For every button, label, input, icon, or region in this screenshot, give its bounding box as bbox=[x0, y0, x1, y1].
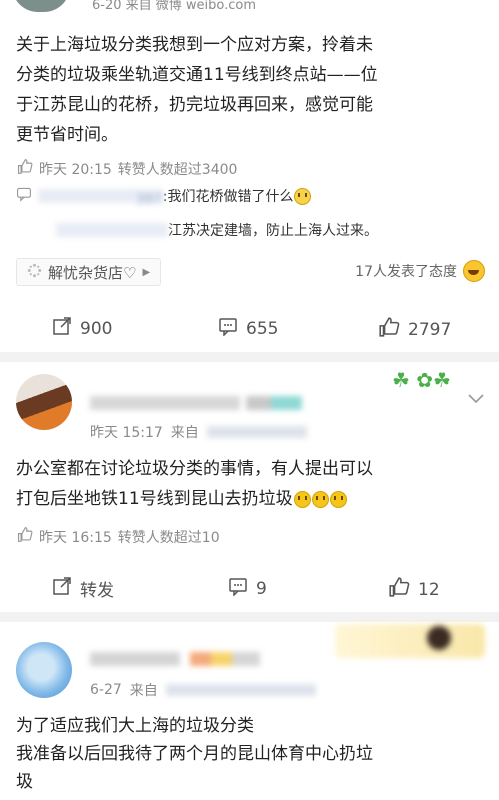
post3-text: 为了适应我们大上海的垃圾分类 我准备以后回我待了两个月的昆山体育中心扔垃 圾 bbox=[16, 716, 373, 792]
reply-2[interactable]: 江苏决定建墙，防止上海人过来。 bbox=[56, 220, 378, 240]
reply-1[interactable]: 397 :我们花桥做错了什么 bbox=[16, 186, 312, 208]
crying-laugh-emoji-icon bbox=[293, 490, 311, 508]
post2-meta-time: 昨天 16:15 bbox=[39, 529, 112, 546]
post2-text: 办公室都在讨论垃圾分类的事情，有人提出可以 打包后坐地铁11号线到昆山去扔垃圾 bbox=[16, 459, 373, 509]
reply1-text: :我们花桥做错了什么 bbox=[162, 189, 294, 205]
clover-icon: ☘ ✿☘ bbox=[392, 368, 451, 392]
comment-button[interactable]: 655 bbox=[218, 316, 278, 341]
user-badges bbox=[246, 396, 302, 410]
repost-icon bbox=[52, 576, 72, 601]
topic-chip-label: 解忧杂货店♡ bbox=[48, 263, 137, 282]
sticker-avatar bbox=[427, 626, 451, 650]
laughing-emoji-icon bbox=[463, 260, 485, 282]
post2-source-prefix: 来自 bbox=[170, 425, 199, 441]
post2-time: 昨天 15:17 bbox=[90, 425, 163, 441]
like-icon bbox=[388, 576, 410, 603]
like-count: 12 bbox=[418, 579, 440, 600]
like-icon bbox=[378, 316, 400, 343]
post3-username[interactable] bbox=[90, 652, 180, 666]
play-icon: ▶ bbox=[142, 266, 151, 278]
post1-repost-note: 转赞人数超过3400 bbox=[117, 161, 238, 178]
comment-count: 655 bbox=[246, 318, 279, 339]
reply-icon bbox=[16, 186, 32, 206]
reply2-username[interactable] bbox=[56, 223, 168, 237]
chevron-down-icon[interactable] bbox=[467, 390, 485, 409]
reply2-text: 江苏决定建墙，防止上海人过来。 bbox=[168, 223, 378, 239]
like-button[interactable]: 2797 bbox=[378, 316, 451, 343]
like-count: 2797 bbox=[408, 319, 452, 340]
avatar[interactable] bbox=[12, 0, 70, 12]
post3-time: 6-27 bbox=[90, 682, 122, 698]
repost-button[interactable]: 900 bbox=[52, 316, 112, 341]
post-card-1: 6-20 来自 微博 weibo.com 关于上海垃圾分类我想到一个应对方案，拎… bbox=[0, 0, 499, 352]
post1-meta: 昨天 20:15 转赞人数超过3400 bbox=[16, 158, 237, 179]
crying-emoji-icon bbox=[294, 187, 312, 205]
repost-icon bbox=[52, 316, 72, 341]
crying-laugh-emoji-icon bbox=[329, 490, 347, 508]
post1-header: 6-20 来自 微博 weibo.com bbox=[0, 0, 499, 14]
avatar[interactable] bbox=[16, 642, 72, 698]
post2-username[interactable] bbox=[90, 396, 240, 410]
post3-source-prefix: 来自 bbox=[129, 683, 158, 699]
post2-subline: 昨天 15:17 来自 bbox=[90, 422, 307, 442]
attitude-summary[interactable]: 17人发表了态度 bbox=[355, 260, 485, 282]
post2-meta: 昨天 16:15 转赞人数超过10 bbox=[16, 526, 220, 547]
repost-label: 转发 bbox=[80, 581, 114, 601]
repost-count: 900 bbox=[80, 318, 113, 339]
sparkle-icon bbox=[27, 263, 42, 282]
like-button[interactable]: 12 bbox=[388, 576, 440, 603]
post1-source: 6-20 来自 微博 weibo.com bbox=[92, 0, 257, 13]
post1-time: 昨天 20:15 bbox=[39, 161, 112, 178]
post-card-3: 6-27 来自 为了适应我们大上海的垃圾分类 我准备以后回我待了两个月的昆山体育… bbox=[0, 622, 499, 800]
post-card-2: ☘ ✿☘ 昨天 15:17 来自 办公室都在讨论垃圾分类的事情，有人提出可以 打… bbox=[0, 362, 499, 612]
topic-chip[interactable]: 解忧杂货店♡ ▶ bbox=[16, 258, 162, 286]
repost-button[interactable]: 转发 bbox=[52, 576, 114, 601]
comment-button[interactable]: 9 bbox=[228, 576, 267, 601]
comment-count: 9 bbox=[256, 578, 267, 599]
avatar[interactable] bbox=[16, 374, 72, 430]
user-badges bbox=[190, 652, 260, 666]
crying-laugh-emoji-icon bbox=[311, 490, 329, 508]
attitude-text: 17人发表了态度 bbox=[355, 264, 457, 280]
post3-subline: 6-27 来自 bbox=[90, 680, 316, 700]
post2-source bbox=[206, 426, 307, 438]
comment-icon bbox=[228, 576, 248, 601]
reply1-username[interactable]: 397 bbox=[38, 189, 163, 208]
comment-icon bbox=[218, 316, 238, 341]
post2-repost-note: 转赞人数超过10 bbox=[117, 529, 220, 546]
thumbs-up-icon[interactable] bbox=[16, 158, 33, 179]
sticker-image bbox=[335, 624, 485, 658]
post3-source bbox=[165, 684, 316, 696]
post1-text: 关于上海垃圾分类我想到一个应对方案，拎着未 分类的垃圾乘坐轨道交通11号线到终点… bbox=[16, 35, 378, 145]
thumbs-up-icon[interactable] bbox=[16, 526, 33, 547]
